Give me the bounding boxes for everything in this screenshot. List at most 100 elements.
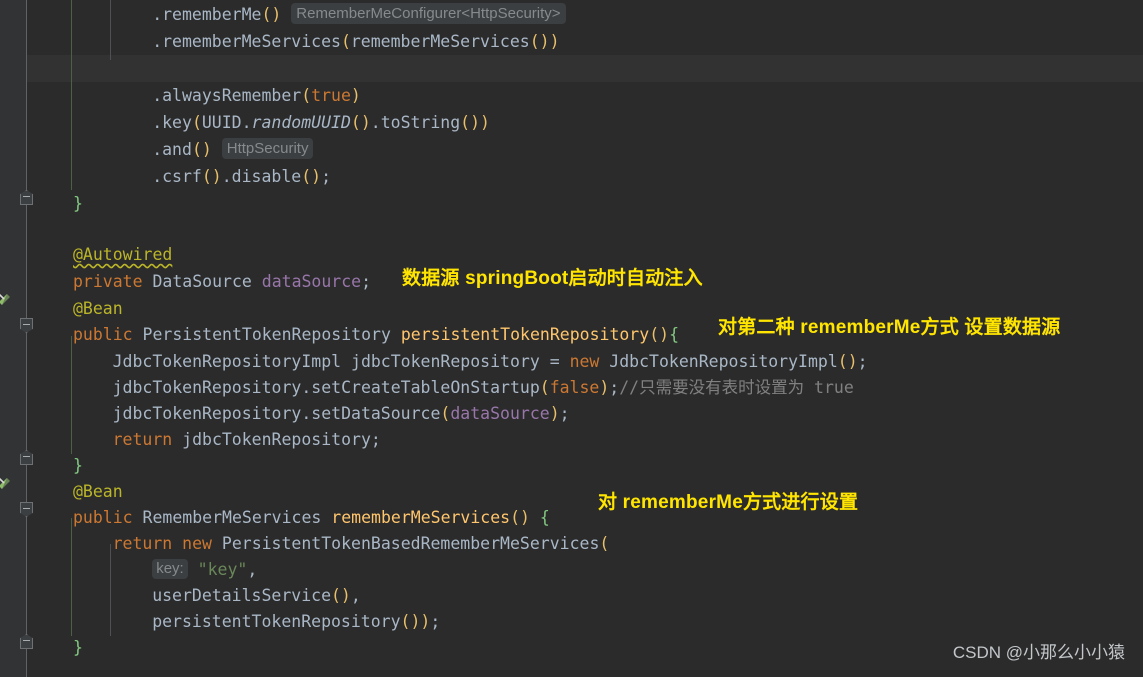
code-token: () <box>460 113 481 132</box>
indent-guide-active-3 <box>71 518 72 636</box>
code-line[interactable]: @Autowired <box>73 241 172 268</box>
spring-bean-icon[interactable] <box>0 476 11 491</box>
code-token: jdbcTokenRepository; <box>172 430 381 449</box>
code-token: PersistentTokenBasedRememberMeServices <box>211 534 600 553</box>
code-line[interactable]: persistentTokenRepository()); <box>152 608 440 635</box>
code-token: , <box>247 560 258 579</box>
code-token: userDetailsService <box>152 586 331 605</box>
indent-guide-active-2 <box>71 336 72 454</box>
code-token: true <box>311 86 351 105</box>
code-token: () <box>400 612 421 631</box>
code-token: , <box>350 586 361 605</box>
spring-bean-icon[interactable] <box>0 292 11 307</box>
code-token: () <box>201 167 222 186</box>
code-token: return <box>112 430 173 449</box>
code-line[interactable]: } <box>73 452 83 479</box>
code-token: PersistentTokenRepository <box>132 325 401 344</box>
code-token: @Autowired <box>73 245 173 264</box>
code-line[interactable]: return jdbcTokenRepository; <box>113 426 381 453</box>
code-line[interactable]: .rememberMeServices(rememberMeServices()… <box>152 28 559 55</box>
code-token: () <box>649 325 670 344</box>
csdn-watermark: CSDN @小那么小小猿 <box>952 643 1125 662</box>
code-token: .rememberMe <box>152 5 262 24</box>
code-line[interactable]: key: "key", <box>152 556 257 583</box>
code-line[interactable]: public RememberMeServices rememberMeServ… <box>73 504 550 531</box>
code-token: ( <box>599 534 610 553</box>
code-line[interactable]: @Bean <box>73 295 123 322</box>
yellow-annotation-text: 数据源 springBoot启动时自动注入 <box>402 268 703 289</box>
code-token: jdbcTokenRepository.setDataSource <box>112 404 441 423</box>
code-line[interactable]: .key(UUID.randomUUID().toString()) <box>152 109 490 136</box>
code-line[interactable]: } <box>73 190 83 217</box>
code-line[interactable]: private DataSource dataSource; <box>73 268 371 295</box>
code-token: ( <box>301 86 312 105</box>
code-token: ( <box>539 378 550 397</box>
code-token: ; <box>559 404 570 423</box>
fold-minus-glyph <box>23 324 30 325</box>
code-line[interactable]: .csrf().disable(); <box>152 163 331 190</box>
code-token: .alwaysRemember <box>152 86 302 105</box>
yellow-annotation-text: 对第二种 rememberMe方式 设置数据源 <box>718 317 1061 338</box>
code-token: () <box>510 508 530 527</box>
code-token: JdbcTokenRepositoryImpl <box>599 352 838 371</box>
code-token: .toString <box>370 113 461 132</box>
code-token: randomUUID <box>251 113 351 132</box>
code-line[interactable]: jdbcTokenRepository.setDataSource(dataSo… <box>113 400 570 427</box>
code-token: jdbcTokenRepository.setCreateTableOnStar… <box>112 378 540 397</box>
code-token: { <box>539 508 550 527</box>
code-token: @Bean <box>73 482 123 501</box>
code-token: () <box>301 167 322 186</box>
code-token: .csrf <box>152 167 202 186</box>
code-token: ; <box>609 378 620 397</box>
code-token: } <box>73 638 83 657</box>
code-token: () <box>837 352 858 371</box>
code-line[interactable]: } <box>73 634 83 661</box>
current-line-highlight <box>0 55 1143 82</box>
code-token: ; <box>361 272 372 291</box>
fold-minus-glyph <box>23 196 30 197</box>
fold-minus-glyph <box>23 640 30 641</box>
code-token: ) <box>350 86 361 105</box>
code-token: return <box>112 534 173 553</box>
code-line[interactable]: userDetailsService(), <box>152 582 361 609</box>
code-token: UUID. <box>201 113 252 132</box>
code-token: ; <box>321 167 332 186</box>
code-line[interactable]: .alwaysRemember(true) <box>152 82 361 109</box>
code-token: JdbcTokenRepositoryImpl jdbcTokenReposit… <box>112 352 550 371</box>
code-token: ; <box>857 352 868 371</box>
code-token: ) <box>549 32 560 51</box>
code-line[interactable]: .rememberMe() RememberMeConfigurer<HttpS… <box>152 1 566 28</box>
code-token: rememberMeServices <box>350 32 530 51</box>
code-token: ) <box>480 113 490 132</box>
code-line[interactable]: return new PersistentTokenBasedRememberM… <box>113 530 610 557</box>
code-token: } <box>73 194 83 213</box>
code-token: new <box>182 534 212 553</box>
code-token: ) <box>599 378 610 397</box>
inlay-hint: HttpSecurity <box>221 138 314 159</box>
code-token: .rememberMeServices <box>152 32 341 51</box>
code-token: () <box>191 140 212 159</box>
code-token: = <box>549 352 560 371</box>
code-line[interactable]: JdbcTokenRepositoryImpl jdbcTokenReposit… <box>113 348 868 375</box>
code-token: () <box>350 113 371 132</box>
code-line[interactable]: .and() HttpSecurity <box>152 136 314 163</box>
code-token: ( <box>440 404 451 423</box>
code-line[interactable]: @Bean <box>73 478 123 505</box>
code-line[interactable]: jdbcTokenRepository.setCreateTableOnStar… <box>113 374 854 401</box>
indent-guide-active-1 <box>71 0 72 190</box>
code-token: } <box>73 456 83 475</box>
code-editor[interactable]: .rememberMe() RememberMeConfigurer<HttpS… <box>0 0 1143 677</box>
code-token: ) <box>420 612 431 631</box>
code-token: @Bean <box>73 299 123 318</box>
fold-ribbon-line <box>26 0 27 677</box>
code-token: () <box>261 5 282 24</box>
code-line[interactable]: public PersistentTokenRepository persist… <box>73 321 679 348</box>
editor-gutter[interactable] <box>0 0 26 677</box>
code-token: persistentTokenRepository <box>152 612 401 631</box>
